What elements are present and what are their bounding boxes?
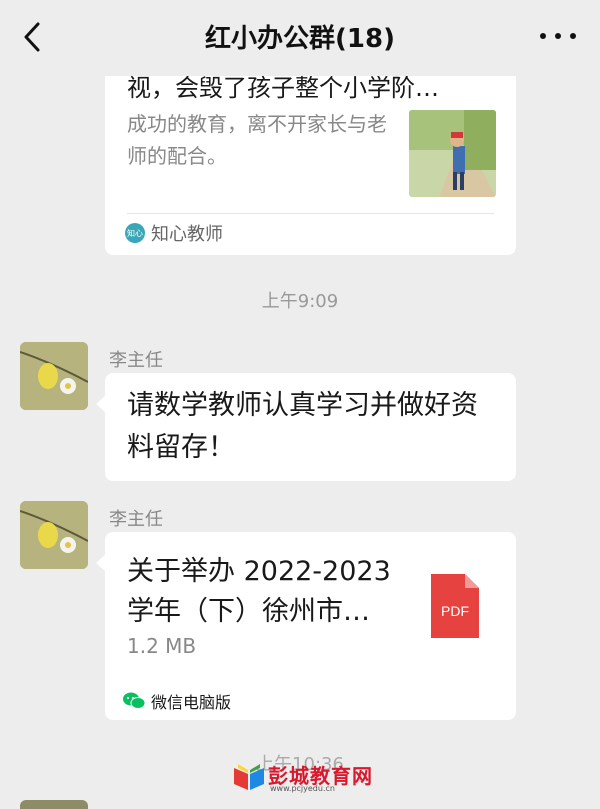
avatar[interactable] <box>20 800 88 809</box>
sender-name: 李主任 <box>109 350 163 371</box>
watermark-url: www.pcjyedu.cn <box>270 784 335 793</box>
article-description: 成功的教育，离不开家长与老师的配合。 <box>127 112 387 168</box>
bubble-tail <box>96 395 106 413</box>
shared-article-card[interactable]: 视，会毁了孩子整个小学阶… 成功的教育，离不开家长与老师的配合。 知心 知心教师 <box>105 60 516 255</box>
file-message-card[interactable]: 关于举办 2022-2023 学年（下）徐州市… 1.2 MB PDF 微信电脑… <box>96 532 516 720</box>
pdf-file-icon: PDF <box>431 574 479 638</box>
article-source: 知心 知心教师 <box>125 220 223 246</box>
article-source-label: 知心教师 <box>151 224 223 245</box>
chat-title: 红小办公群(18) <box>205 24 395 54</box>
file-size: 1.2 MB <box>127 634 197 658</box>
top-nav-bar: 红小办公群(18) <box>0 0 600 76</box>
sender-name: 李主任 <box>109 509 163 530</box>
more-dots-icon[interactable] <box>540 26 576 46</box>
bubble-tail <box>96 554 106 572</box>
avatar[interactable] <box>20 501 88 569</box>
text-message-bubble[interactable]: 请数学教师认真学习并做好资料留存！ <box>96 373 516 481</box>
zhixin-teacher-logo-icon: 知心 <box>125 223 145 243</box>
svg-text:PDF: PDF <box>441 603 469 619</box>
file-source-label: 微信电脑版 <box>151 693 232 712</box>
file-name: 关于举办 2022-2023 学年（下）徐州市… <box>127 556 391 627</box>
book-logo-icon <box>232 758 266 792</box>
timestamp: 上午9:09 <box>261 291 339 312</box>
card-divider <box>127 213 494 214</box>
file-source: 微信电脑版 <box>123 688 231 714</box>
wechat-icon <box>123 692 146 710</box>
article-thumbnail <box>409 110 496 197</box>
site-watermark: 彭城教育网 www.pcjyedu.cn <box>232 756 382 796</box>
avatar[interactable] <box>20 342 88 410</box>
message-text: 请数学教师认真学习并做好资料留存！ <box>127 390 478 463</box>
